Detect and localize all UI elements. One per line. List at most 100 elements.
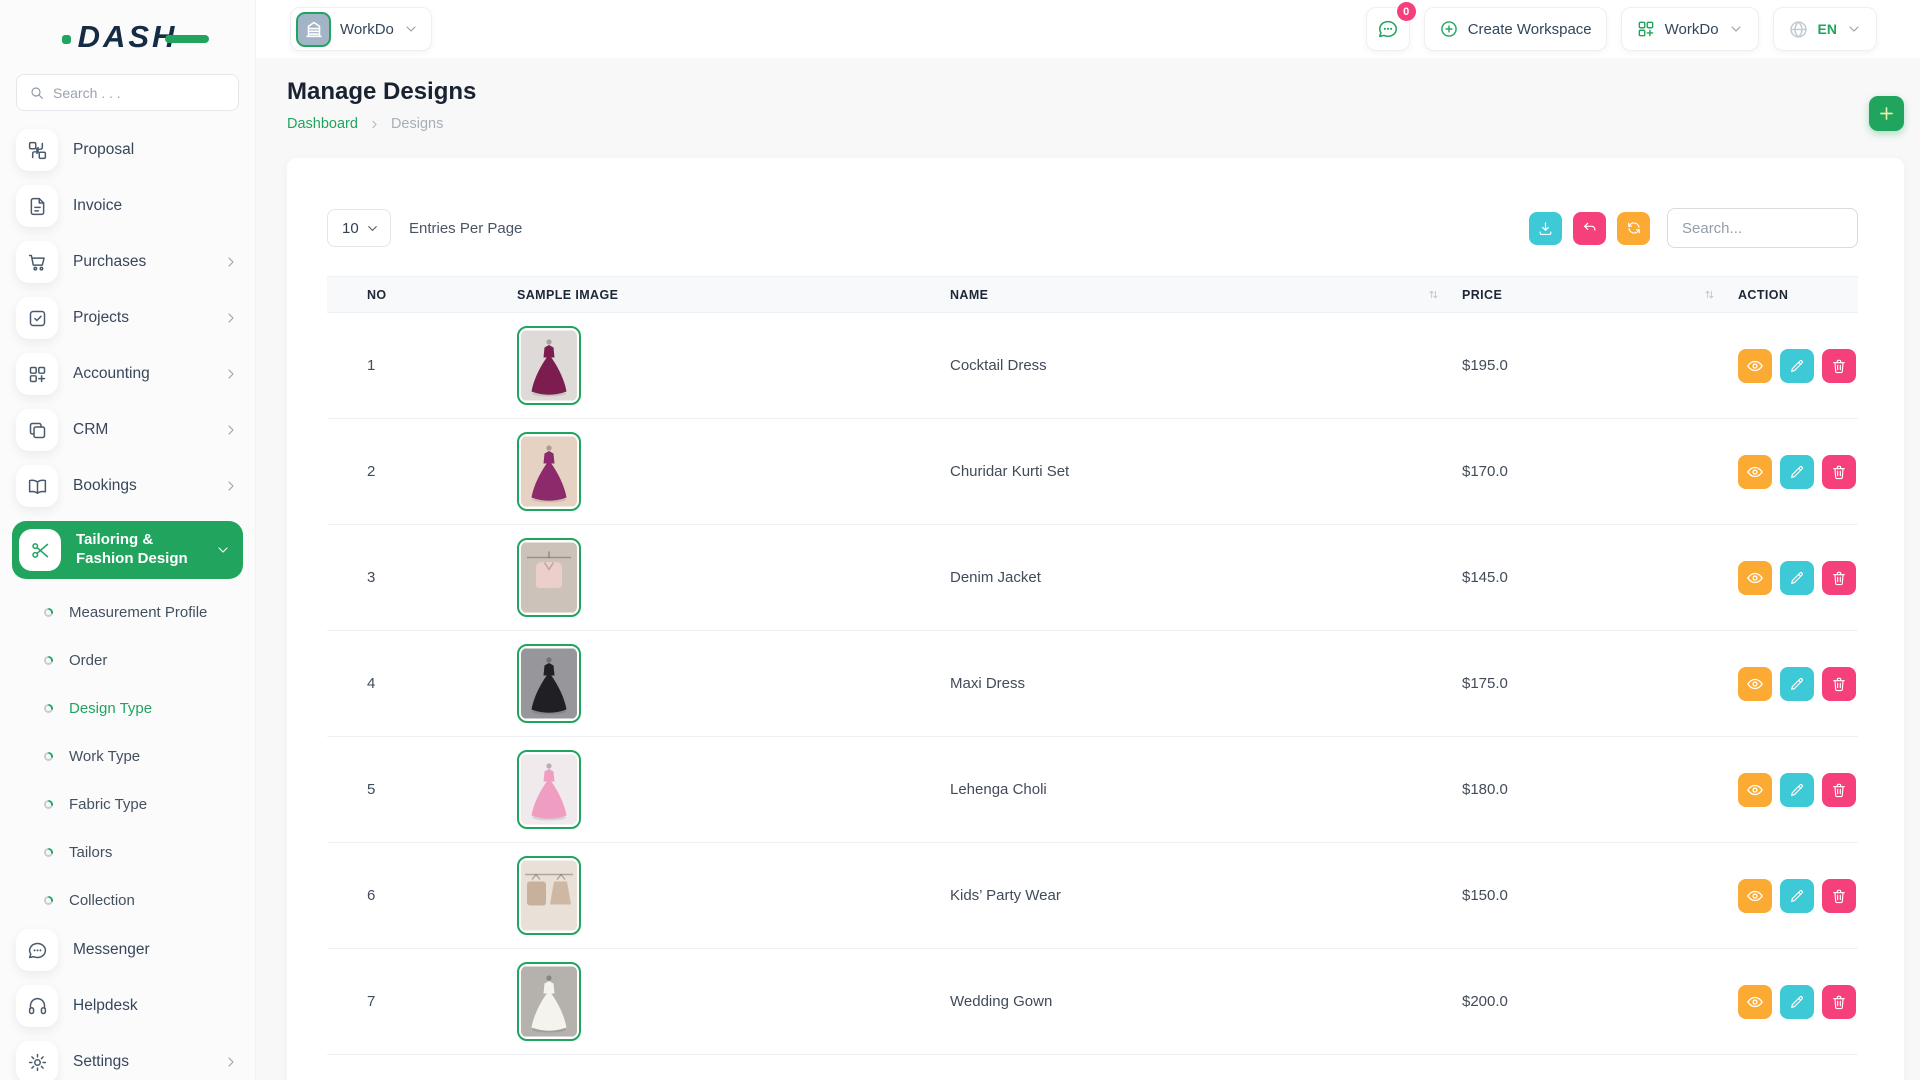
design-sample-image[interactable]: [517, 644, 581, 723]
eye-icon: [1746, 675, 1764, 693]
sort-icon[interactable]: [1703, 288, 1716, 301]
sidebar-item-invoice[interactable]: Invoice: [16, 183, 239, 229]
row-number: 1: [327, 313, 517, 419]
table-search-input[interactable]: [1667, 208, 1858, 248]
edit-button[interactable]: [1780, 985, 1814, 1019]
logo-dash-icon: [165, 35, 209, 43]
add-design-button[interactable]: [1869, 96, 1904, 131]
pencil-icon: [1789, 888, 1805, 904]
delete-button[interactable]: [1822, 349, 1856, 383]
sidebar-item-proposal[interactable]: Proposal: [16, 127, 239, 173]
topbar: WorkDo 0 Create Workspace WorkDo EN: [256, 0, 1920, 58]
workdo-dropdown[interactable]: WorkDo: [1621, 7, 1759, 51]
sidebar-sub-item-order[interactable]: Order: [16, 639, 239, 682]
design-sample-image[interactable]: [517, 326, 581, 405]
design-name: Denim Jacket: [950, 525, 1462, 631]
sidebar-sub-item-measurement-profile[interactable]: Measurement Profile: [16, 591, 239, 634]
view-button[interactable]: [1738, 773, 1772, 807]
designs-table: NO SAMPLE IMAGE NAME PRICE ACTION 1: [327, 276, 1858, 1055]
edit-button[interactable]: [1780, 773, 1814, 807]
topbar-right-cluster: 0 Create Workspace WorkDo EN: [1366, 7, 1877, 51]
chevron-right-icon: [223, 310, 239, 326]
grid-plus-icon: [1636, 19, 1656, 39]
design-name: Maxi Dress: [950, 631, 1462, 737]
view-button[interactable]: [1738, 667, 1772, 701]
edit-button[interactable]: [1780, 561, 1814, 595]
delete-button[interactable]: [1822, 667, 1856, 701]
messages-button[interactable]: 0: [1366, 7, 1410, 51]
table-controls: 10 Entries Per Page: [327, 208, 1858, 248]
trash-icon: [1831, 676, 1847, 692]
scissors-icon: [19, 529, 61, 571]
sidebar-item-messenger[interactable]: Messenger: [16, 927, 239, 973]
view-button[interactable]: [1738, 985, 1772, 1019]
copy-icon: [16, 409, 58, 451]
sidebar-sub-item-tailors[interactable]: Tailors: [16, 831, 239, 874]
delete-button[interactable]: [1822, 879, 1856, 913]
edit-button[interactable]: [1780, 349, 1814, 383]
row-number: 5: [327, 737, 517, 843]
sidebar-item-purchases[interactable]: Purchases: [16, 239, 239, 285]
eye-icon: [1746, 357, 1764, 375]
table-row: 7 Wedding Gown $200.0: [327, 949, 1858, 1055]
delete-button[interactable]: [1822, 561, 1856, 595]
eye-icon: [1746, 463, 1764, 481]
table-header-row: NO SAMPLE IMAGE NAME PRICE ACTION: [327, 277, 1858, 313]
sidebar-item-crm[interactable]: CRM: [16, 407, 239, 453]
sidebar-sub-item-collection[interactable]: Collection: [16, 879, 239, 922]
design-name: Lehenga Choli: [950, 737, 1462, 843]
table-row: 4 Maxi Dress $175.0: [327, 631, 1858, 737]
design-sample-image[interactable]: [517, 432, 581, 511]
sidebar-search-input[interactable]: [53, 85, 234, 101]
design-sample-image[interactable]: [517, 750, 581, 829]
view-button[interactable]: [1738, 455, 1772, 489]
sort-icon[interactable]: [1427, 288, 1440, 301]
sidebar-item-helpdesk[interactable]: Helpdesk: [16, 983, 239, 1029]
breadcrumb-dashboard-link[interactable]: Dashboard: [287, 116, 358, 132]
sidebar-sub-item-design-type[interactable]: Design Type: [16, 687, 239, 730]
column-header-name[interactable]: NAME: [950, 277, 1462, 313]
sidebar-item-accounting[interactable]: Accounting: [16, 351, 239, 397]
edit-button[interactable]: [1780, 879, 1814, 913]
check-square-icon: [16, 297, 58, 339]
reset-button[interactable]: [1573, 212, 1606, 245]
design-sample-image[interactable]: [517, 962, 581, 1041]
column-header-price[interactable]: PRICE: [1462, 277, 1738, 313]
sidebar-item-settings[interactable]: Settings: [16, 1039, 239, 1080]
sidebar-item-projects[interactable]: Projects: [16, 295, 239, 341]
reload-button[interactable]: [1617, 212, 1650, 245]
grid-plus-icon: [16, 353, 58, 395]
delete-button[interactable]: [1822, 773, 1856, 807]
edit-button[interactable]: [1780, 667, 1814, 701]
chevron-right-icon: [223, 254, 239, 270]
eye-icon: [1746, 781, 1764, 799]
view-button[interactable]: [1738, 349, 1772, 383]
design-sample-image[interactable]: [517, 856, 581, 935]
entries-per-page-select[interactable]: 10: [327, 209, 391, 247]
export-button[interactable]: [1529, 212, 1562, 245]
sidebar-sub-item-fabric-type[interactable]: Fabric Type: [16, 783, 239, 826]
chevron-right-icon: [223, 478, 239, 494]
edit-button[interactable]: [1780, 455, 1814, 489]
design-name: Churidar Kurti Set: [950, 419, 1462, 525]
sidebar-item-bookings[interactable]: Bookings: [16, 463, 239, 509]
delete-button[interactable]: [1822, 985, 1856, 1019]
view-button[interactable]: [1738, 879, 1772, 913]
invoice-icon: [16, 185, 58, 227]
gear-icon: [16, 1041, 58, 1080]
workspace-switcher-button[interactable]: WorkDo: [290, 7, 432, 51]
view-button[interactable]: [1738, 561, 1772, 595]
cart-icon: [16, 241, 58, 283]
workdo-dropdown-label: WorkDo: [1665, 21, 1719, 38]
bullet-icon: [44, 800, 53, 809]
delete-button[interactable]: [1822, 455, 1856, 489]
design-sample-image[interactable]: [517, 538, 581, 617]
sidebar-sub-item-work-type[interactable]: Work Type: [16, 735, 239, 778]
brand-logo[interactable]: DASH: [16, 14, 239, 60]
sidebar-item-tailoring-fashion-design[interactable]: Tailoring & Fashion Design: [12, 521, 243, 579]
chevron-down-icon: [403, 21, 419, 37]
create-workspace-button[interactable]: Create Workspace: [1424, 7, 1607, 51]
breadcrumb-current: Designs: [391, 116, 443, 132]
create-workspace-label: Create Workspace: [1468, 21, 1592, 38]
language-selector[interactable]: EN: [1773, 7, 1877, 51]
